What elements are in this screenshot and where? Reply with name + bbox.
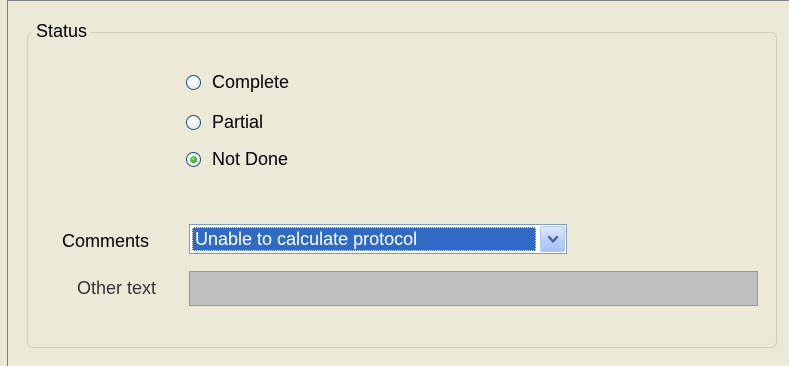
other-text-label: Other text: [77, 278, 157, 298]
radio-not-done[interactable]: Not Done: [186, 146, 288, 172]
radio-label-partial: Partial: [212, 112, 264, 132]
radio-selected-dot: [190, 155, 197, 163]
radio-complete[interactable]: Complete: [186, 69, 289, 95]
radio-label-complete: Complete: [212, 72, 290, 92]
radio-circle-selected[interactable]: [186, 151, 201, 167]
radio-partial[interactable]: Partial: [186, 109, 263, 135]
chevron-down-icon: [547, 235, 558, 243]
status-group-title: Status: [32, 19, 92, 43]
radio-circle[interactable]: [186, 74, 201, 90]
comments-selected-value[interactable]: Unable to calculate protocol: [192, 227, 536, 251]
radio-label-not-done: Not Done: [212, 149, 289, 169]
other-text-field[interactable]: [189, 271, 758, 306]
radio-circle[interactable]: [186, 114, 201, 130]
comments-dropdown[interactable]: Unable to calculate protocol: [189, 224, 567, 254]
comments-label: Comments: [62, 231, 150, 251]
dropdown-button[interactable]: [540, 226, 565, 252]
